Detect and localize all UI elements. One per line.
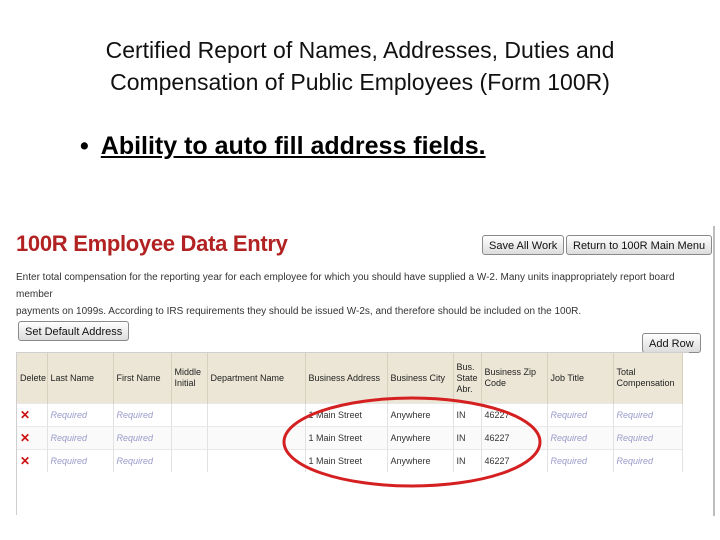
return-main-menu-button[interactable]: Return to 100R Main Menu	[566, 235, 713, 255]
table-header-row: Delete Last Name First Name Middle Initi…	[17, 353, 683, 404]
instructions-line2: payments on 1099s. According to IRS requ…	[16, 306, 582, 317]
middle-initial-cell[interactable]	[171, 403, 208, 427]
first-name-cell[interactable]: Required	[113, 449, 172, 472]
state-cell[interactable]: IN	[453, 449, 482, 472]
col-header-middle-initial[interactable]: Middle Initial	[171, 353, 208, 404]
job-title-cell[interactable]: Required	[547, 403, 614, 427]
business-city-cell[interactable]: Anywhere	[387, 403, 454, 427]
job-title-cell[interactable]: Required	[547, 426, 614, 450]
add-row-button[interactable]: Add Row	[642, 333, 701, 353]
total-compensation-cell[interactable]: Required	[613, 449, 683, 472]
col-header-business-city[interactable]: Business City	[387, 353, 454, 404]
col-header-job-title[interactable]: Job Title	[547, 353, 614, 404]
instructions: Enter total compensation for the reporti…	[16, 269, 686, 320]
col-header-last-name[interactable]: Last Name	[47, 353, 114, 404]
department-cell[interactable]	[207, 449, 306, 472]
state-cell[interactable]: IN	[453, 403, 482, 427]
delete-row-icon[interactable]: ✕	[17, 403, 48, 427]
right-edge-border	[713, 226, 715, 516]
business-address-cell[interactable]: 1 Main Street	[305, 449, 388, 472]
col-header-department[interactable]: Department Name	[207, 353, 306, 404]
bullet-text: Ability to auto fill address fields.	[100, 132, 486, 160]
department-cell[interactable]	[207, 426, 306, 450]
first-name-cell[interactable]: Required	[113, 426, 172, 450]
job-title-cell[interactable]: Required	[547, 449, 614, 472]
instructions-line1: Enter total compensation for the reporti…	[16, 272, 675, 300]
slide-title-line2: Compensation of Public Employees (Form 1…	[110, 69, 610, 95]
table-row: ✕ Required Required 1 Main Street Anywhe…	[17, 426, 683, 450]
app-screenshot: 100R Employee Data Entry Save All Work R…	[14, 225, 713, 515]
bullet-dot-icon: •	[80, 132, 89, 160]
delete-row-icon[interactable]: ✕	[17, 426, 48, 450]
zip-cell[interactable]: 46227	[481, 449, 548, 472]
zip-cell[interactable]: 46227	[481, 426, 548, 450]
last-name-cell[interactable]: Required	[47, 403, 114, 427]
business-address-cell[interactable]: 1 Main Street	[305, 426, 388, 450]
business-city-cell[interactable]: Anywhere	[387, 426, 454, 450]
slide-title: Certified Report of Names, Addresses, Du…	[0, 34, 720, 98]
col-header-zip[interactable]: Business Zip Code	[481, 353, 548, 404]
employee-table: Delete Last Name First Name Middle Initi…	[17, 353, 683, 472]
col-header-delete: Delete	[17, 353, 48, 404]
business-address-cell[interactable]: 1 Main Street	[305, 403, 388, 427]
delete-row-icon[interactable]: ✕	[17, 449, 48, 472]
department-cell[interactable]	[207, 403, 306, 427]
bullet-point: • Ability to auto fill address fields.	[80, 132, 486, 161]
total-compensation-cell[interactable]: Required	[613, 426, 683, 450]
table-row: ✕ Required Required 1 Main Street Anywhe…	[17, 403, 683, 427]
last-name-cell[interactable]: Required	[47, 426, 114, 450]
app-title: 100R Employee Data Entry	[16, 231, 288, 256]
col-header-state[interactable]: Bus. State Abr.	[453, 353, 482, 404]
middle-initial-cell[interactable]	[171, 426, 208, 450]
last-name-cell[interactable]: Required	[47, 449, 114, 472]
save-all-work-button[interactable]: Save All Work	[482, 235, 565, 255]
set-default-address-button[interactable]: Set Default Address	[18, 321, 130, 341]
col-header-business-address[interactable]: Business Address	[305, 353, 388, 404]
total-compensation-cell[interactable]: Required	[613, 403, 683, 427]
first-name-cell[interactable]: Required	[113, 403, 172, 427]
zip-cell[interactable]: 46227	[481, 403, 548, 427]
slide-title-line1: Certified Report of Names, Addresses, Du…	[105, 37, 615, 63]
table-row: ✕ Required Required 1 Main Street Anywhe…	[17, 449, 683, 472]
employee-grid: Delete Last Name First Name Middle Initi…	[16, 352, 689, 515]
middle-initial-cell[interactable]	[171, 449, 208, 472]
col-header-total-compensation[interactable]: Total Compensation	[613, 353, 683, 404]
business-city-cell[interactable]: Anywhere	[387, 449, 454, 472]
state-cell[interactable]: IN	[453, 426, 482, 450]
col-header-first-name[interactable]: First Name	[113, 353, 172, 404]
